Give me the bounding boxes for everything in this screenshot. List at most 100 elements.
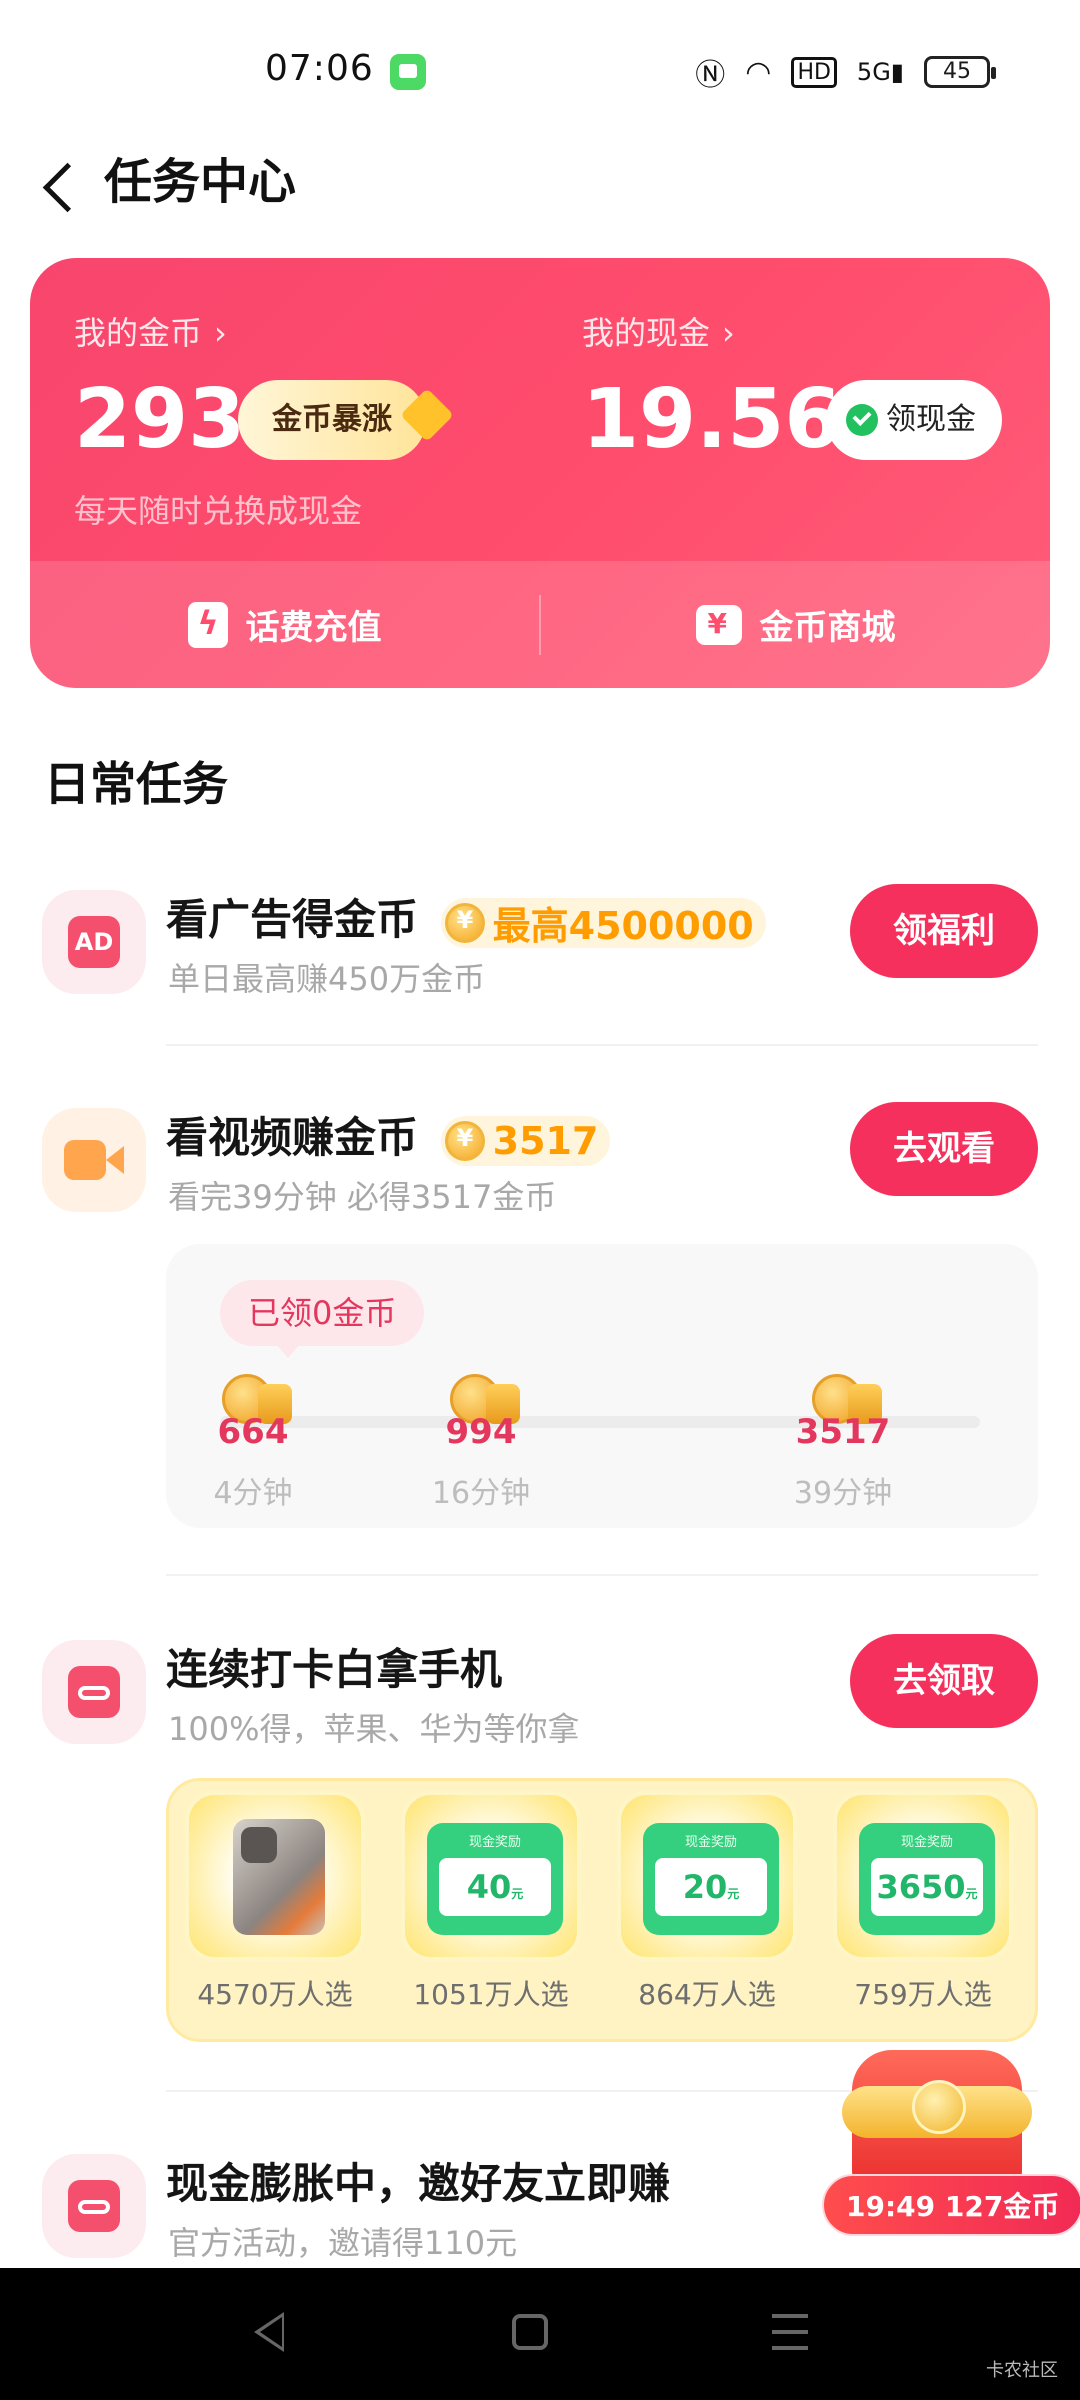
- milestone: 994 16分钟: [406, 1374, 556, 1512]
- cash-reward-card: 现金奖励 3650元: [859, 1823, 995, 1935]
- wechat-icon: [846, 404, 878, 436]
- nfc-icon: Ⓝ: [695, 58, 726, 93]
- prize-label: 4570万人选: [197, 1978, 353, 2011]
- prize-item[interactable]: 4570万人选: [185, 1791, 365, 2013]
- prize-item[interactable]: 现金奖励 3650元 759万人选: [833, 1791, 1013, 2013]
- video-camera-icon: [42, 1108, 146, 1212]
- header: 任务中心: [0, 140, 1080, 240]
- coin-tag: 3517: [440, 1115, 611, 1166]
- cash-caption: 现金奖励: [468, 1835, 521, 1850]
- milestone: 664 4分钟: [178, 1374, 328, 1512]
- divider: [166, 1044, 1038, 1046]
- cash-unit: 元: [727, 1887, 740, 1901]
- prize-box: 现金奖励 3650元: [833, 1791, 1013, 1961]
- prize-item[interactable]: 现金奖励 40元 1051万人选: [401, 1791, 581, 2013]
- milestone-coins: 3517: [795, 1412, 891, 1452]
- checkin-calendar-icon: [42, 2154, 146, 2258]
- page-title: 任务中心: [104, 154, 297, 210]
- task-title: 看视频赚金币: [166, 1113, 419, 1162]
- prize-box: [185, 1791, 365, 1961]
- withdraw-cash-button[interactable]: 领现金: [826, 380, 1002, 460]
- coin-tag: 最高4500000: [440, 897, 766, 948]
- wifi-icon: ◠: [745, 54, 772, 90]
- coin-store-button[interactable]: 金币商城: [541, 561, 1050, 688]
- task-title: 连续打卡白拿手机: [166, 1645, 503, 1694]
- lightning-icon: [187, 601, 228, 648]
- watch-button[interactable]: 去观看: [850, 1102, 1038, 1196]
- video-progress-card: 已领0金币 664 4分钟 994 16分钟 3517 39分钟: [166, 1244, 1038, 1528]
- ad-icon: AD: [42, 890, 146, 994]
- coin-tag-value: 最高4500000: [492, 904, 754, 948]
- prize-label: 1051万人选: [413, 1978, 569, 2011]
- cash-amount: 3650: [876, 1868, 966, 1906]
- message-icon: [390, 54, 426, 90]
- claim-button[interactable]: 去领取: [850, 1634, 1038, 1728]
- floating-reward-timer[interactable]: 19:49 127金币: [822, 2174, 1080, 2236]
- chevron-right-icon: ›: [722, 314, 735, 352]
- coins-value: 293: [74, 372, 246, 467]
- wallet-subtitle: 每天随时兑换成现金: [74, 492, 363, 530]
- navigation-bar: [0, 2268, 1080, 2400]
- hd-icon: HD: [791, 56, 837, 88]
- prize-label: 864万人选: [638, 1978, 776, 2011]
- wallet-card: 我的金币 › 293 金币暴涨 我的现金 › 19.56 领现金 每天随时兑换成现金…: [30, 258, 1050, 688]
- coin-tag-value: 3517: [492, 1118, 599, 1163]
- withdraw-cash-label: 领现金: [886, 402, 976, 437]
- phone-recharge-label: 话费充值: [245, 608, 382, 648]
- divider: [166, 1574, 1038, 1576]
- cash-label: 我的现金: [582, 314, 711, 352]
- cash-value: 19.56: [582, 372, 842, 467]
- claimed-coins-bubble: 已领0金币: [220, 1280, 425, 1358]
- watermark: 卡农社区: [986, 2360, 1058, 2381]
- checkin-calendar-icon: [42, 1640, 146, 1744]
- cash-caption: 现金奖励: [684, 1835, 737, 1850]
- coin-surge-label: 金币暴涨: [272, 402, 392, 437]
- prize-box: 现金奖励 20元: [617, 1791, 797, 1961]
- status-time: 07:06: [265, 48, 374, 89]
- milestone-time: 39分钟: [793, 1476, 893, 1511]
- milestone-coins: 994: [445, 1412, 517, 1452]
- milestone-time: 4分钟: [213, 1476, 293, 1511]
- coins-block[interactable]: 我的金币 › 293: [74, 308, 245, 467]
- chevron-left-icon[interactable]: [38, 148, 88, 228]
- chevron-right-icon: ›: [214, 314, 227, 352]
- cash-reward-card: 现金奖励 40元: [427, 1823, 563, 1935]
- section-title: 日常任务: [44, 757, 228, 811]
- prize-strip: 4570万人选 现金奖励 40元 1051万人选 现金奖励 20元 864万人选…: [166, 1778, 1038, 2042]
- prize-label: 759万人选: [854, 1978, 992, 2011]
- coin-surge-badge[interactable]: 金币暴涨: [238, 380, 454, 460]
- battery-level: 45: [943, 59, 971, 84]
- task-subtitle: 官方活动，邀请得110元: [168, 2224, 518, 2262]
- coins-label: 我的金币: [74, 314, 203, 352]
- task-subtitle: 看完39分钟 必得3517金币: [168, 1178, 557, 1216]
- cash-block[interactable]: 我的现金 › 19.56: [582, 308, 841, 467]
- task-title: 看广告得金币: [166, 895, 419, 944]
- arrow-up-icon: [400, 388, 454, 442]
- task-subtitle: 单日最高赚450万金币: [168, 960, 486, 998]
- status-bar: 07:06 Ⓝ ◠ HD 5G▮ 45: [0, 0, 1080, 140]
- nav-home-icon[interactable]: [512, 2314, 548, 2350]
- task-subtitle: 100%得，苹果、华为等你拿: [168, 1710, 580, 1748]
- coin-store-label: 金币商城: [759, 608, 896, 648]
- cash-reward-card: 现金奖励 20元: [643, 1823, 779, 1935]
- cash-unit: 元: [511, 1887, 524, 1901]
- cash-amount: 20: [682, 1868, 728, 1906]
- nav-menu-icon[interactable]: [772, 2314, 808, 2350]
- task-title: 现金膨胀中，邀好友立即赚: [166, 2159, 671, 2208]
- prize-item[interactable]: 现金奖励 20元 864万人选: [617, 1791, 797, 2013]
- milestone: 3517 39分钟: [768, 1374, 918, 1512]
- prize-box: 现金奖励 40元: [401, 1791, 581, 1961]
- milestone-coins: 664: [217, 1412, 289, 1452]
- 5g-signal-icon: 5G▮: [856, 58, 904, 86]
- battery-icon: 45: [924, 56, 996, 88]
- get-bonus-button[interactable]: 领福利: [850, 884, 1038, 978]
- nav-back-icon[interactable]: [254, 2312, 284, 2352]
- cash-caption: 现金奖励: [900, 1835, 953, 1850]
- coin-icon: [444, 1120, 485, 1161]
- status-icons: Ⓝ ◠ HD 5G▮ 45: [695, 50, 996, 94]
- phone-recharge-button[interactable]: 话费充值: [30, 561, 539, 688]
- cash-amount: 40: [466, 1868, 512, 1906]
- phone-icon: [233, 1819, 325, 1935]
- coin-icon: [444, 902, 485, 943]
- milestone-time: 16分钟: [431, 1476, 531, 1511]
